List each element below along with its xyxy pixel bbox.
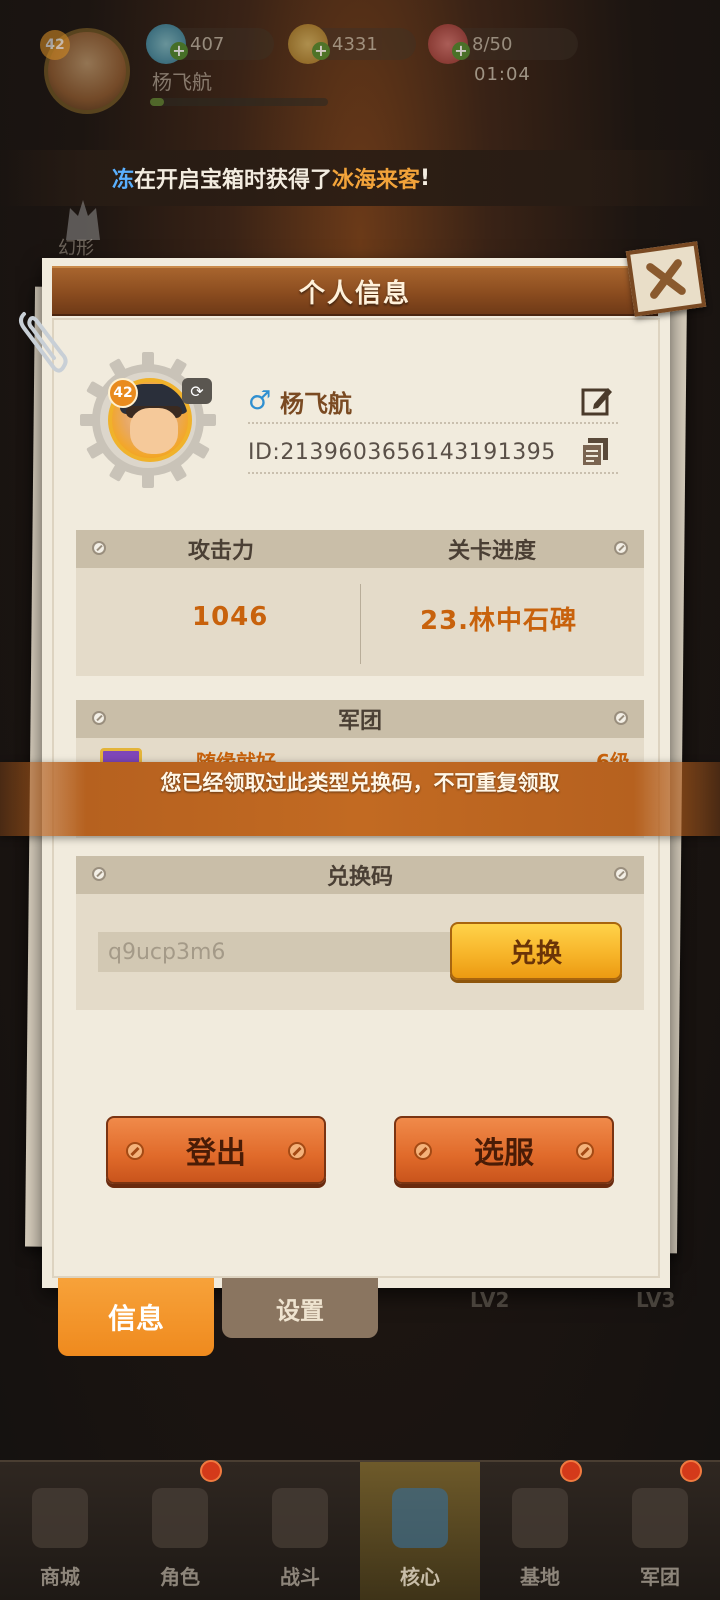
panel-title: 个人信息: [52, 266, 658, 316]
add-stamina-icon[interactable]: +: [452, 42, 470, 60]
pin-icon: [614, 711, 628, 725]
nav-base[interactable]: 基地: [480, 1460, 600, 1600]
ticker-text-after: !: [420, 165, 431, 191]
select-server-button[interactable]: 选服: [394, 1116, 614, 1184]
nav-battle-label: 战斗: [280, 1565, 320, 1589]
legion-header: 军团: [76, 700, 644, 738]
ticker-cut-text: 冻: [112, 168, 135, 193]
attack-label: 攻击力: [188, 539, 255, 564]
stamina-timer: 01:04: [474, 64, 531, 85]
name-divider: [248, 422, 618, 424]
core-icon: [392, 1488, 448, 1548]
add-coins-icon[interactable]: +: [312, 42, 330, 60]
redeem-header-label: 兑换码: [326, 865, 393, 890]
pin-icon: [614, 541, 628, 555]
character-icon: [152, 1488, 208, 1548]
legion-shield-icon: [632, 1488, 688, 1548]
notification-dot: [560, 1460, 582, 1482]
notification-dot: [200, 1460, 222, 1482]
bolt-icon: [576, 1142, 594, 1160]
guns-icon: [272, 1488, 328, 1548]
close-icon: [646, 259, 686, 299]
bg-lv2-label: LV2: [470, 1288, 510, 1312]
progress-value: 23.林中石碑: [420, 606, 578, 636]
close-button[interactable]: [625, 241, 707, 317]
add-gems-icon[interactable]: +: [170, 42, 188, 60]
nav-shop[interactable]: 商城: [0, 1462, 120, 1600]
stats-header: 攻击力 关卡进度: [76, 530, 644, 568]
nav-character[interactable]: 角色: [120, 1460, 240, 1600]
gems-value: 407: [190, 33, 225, 55]
toast-message: 您已经领取过此类型兑换码，不可重复领取: [160, 771, 560, 795]
hud-level-badge: 42: [40, 30, 70, 60]
bg-lv3-label: LV3: [636, 1288, 676, 1312]
pin-icon: [92, 541, 106, 555]
stamina-counter[interactable]: + 8/50: [428, 24, 578, 64]
hud-exp-bar: [150, 98, 328, 106]
pin-icon: [614, 867, 628, 881]
shop-icon: [32, 1488, 88, 1548]
select-server-label: 选服: [474, 1136, 534, 1171]
redeem-button[interactable]: 兑换: [450, 922, 622, 980]
nav-base-label: 基地: [520, 1565, 560, 1589]
paperclip-icon: [19, 312, 68, 373]
notification-dot: [680, 1460, 702, 1482]
ticker-highlight: 冰海来客: [332, 168, 421, 193]
redeem-code-input[interactable]: [98, 932, 454, 972]
gender-male-icon: ♂: [248, 386, 272, 416]
player-name: 杨飞航: [280, 390, 352, 418]
id-divider: [248, 472, 618, 474]
player-id: ID:2139603656143191395: [248, 440, 556, 465]
progress-label: 关卡进度: [448, 539, 537, 564]
tab-info[interactable]: 信息: [58, 1278, 214, 1356]
player-level-badge: 42: [108, 378, 138, 408]
ticker-text-before: 在开启宝箱时获得了: [134, 168, 333, 193]
redeem-header: 兑换码: [76, 856, 644, 894]
coins-counter[interactable]: + 4331: [288, 24, 416, 64]
nav-core[interactable]: 核心: [360, 1462, 480, 1600]
tab-settings[interactable]: 设置: [222, 1278, 378, 1338]
nav-battle[interactable]: 战斗: [240, 1462, 360, 1600]
nav-shop-label: 商城: [40, 1565, 80, 1589]
bottom-nav: 商城 角色 战斗 核心 基地 军团: [0, 1460, 720, 1600]
bolt-icon: [288, 1142, 306, 1160]
hud-player-name: 杨飞航: [152, 70, 212, 94]
change-avatar-icon[interactable]: ⟳: [182, 378, 212, 404]
phantom-label: 幻形: [58, 238, 94, 259]
logout-button[interactable]: 登出: [106, 1116, 326, 1184]
gems-counter[interactable]: + 407: [146, 24, 274, 64]
nav-legion-label: 军团: [640, 1565, 680, 1589]
bolt-icon: [126, 1142, 144, 1160]
edit-name-icon[interactable]: [580, 384, 614, 418]
coins-value: 4331: [332, 33, 378, 55]
nav-legion[interactable]: 军团: [600, 1460, 720, 1600]
copy-id-icon[interactable]: [580, 436, 610, 468]
stats-divider: [360, 584, 361, 664]
logout-label: 登出: [186, 1136, 246, 1171]
stamina-value: 8/50: [472, 33, 513, 55]
nav-character-label: 角色: [160, 1565, 200, 1589]
attack-value: 1046: [192, 602, 269, 632]
base-icon: [512, 1488, 568, 1548]
bolt-icon: [414, 1142, 432, 1160]
nav-core-label: 核心: [400, 1565, 440, 1589]
legion-header-label: 军团: [337, 709, 382, 734]
